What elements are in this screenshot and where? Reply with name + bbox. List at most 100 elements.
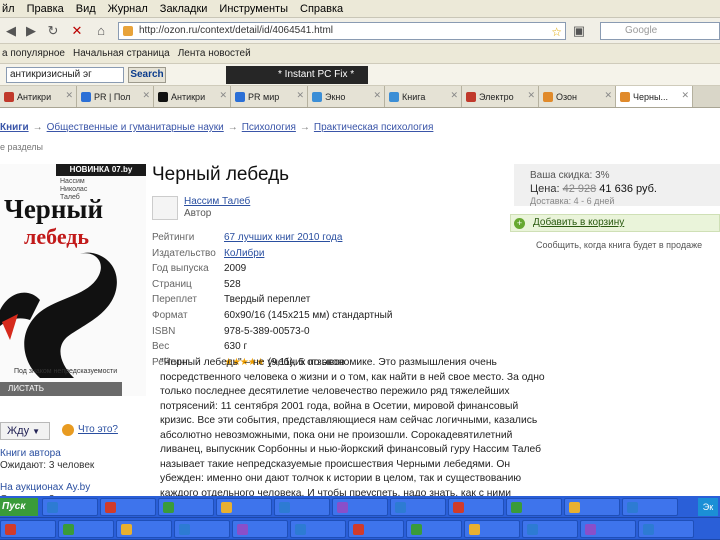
menu-item[interactable]: Журнал: [108, 3, 148, 15]
look-inside-button[interactable]: ЛИСТАТЬ: [0, 382, 122, 396]
taskbar-window-button[interactable]: [232, 519, 288, 538]
app-icon: [295, 523, 306, 535]
breadcrumb-link[interactable]: Книги: [0, 122, 29, 133]
tray-clock[interactable]: Эк: [698, 498, 718, 516]
tab-close-icon[interactable]: ✕: [65, 90, 73, 101]
taskbar-window-button[interactable]: [406, 519, 462, 538]
taskbar-window-button[interactable]: [216, 497, 272, 516]
browser-tab[interactable]: Черны... ✕: [616, 86, 693, 107]
browser-tab[interactable]: Антикри ✕: [0, 86, 77, 107]
taskbar-row-2: [0, 518, 720, 540]
tab-close-icon[interactable]: ✕: [527, 90, 535, 101]
property-key: Рейтинги: [152, 232, 195, 243]
taskbar-window-button[interactable]: [506, 497, 562, 516]
taskbar-window-button[interactable]: [290, 519, 346, 538]
bookmark-item[interactable]: а популярное: [2, 48, 65, 59]
side-info-line: [0, 472, 100, 482]
toolbar-search-button[interactable]: Search: [128, 67, 166, 83]
app-icon: [105, 501, 116, 513]
bookmark-star-icon[interactable]: ☆: [551, 24, 562, 40]
notify-link[interactable]: Сообщить, когда книга будет в продаже: [536, 240, 702, 250]
tab-label: Озон: [556, 91, 578, 102]
browser-tab[interactable]: Книга ✕: [385, 86, 462, 107]
browser-tab[interactable]: PR | Пол ✕: [77, 86, 154, 107]
bookmark-item[interactable]: Лента новостей: [178, 48, 251, 59]
tab-close-icon[interactable]: ✕: [219, 90, 227, 101]
back-icon[interactable]: ◀: [2, 22, 20, 40]
breadcrumb-link[interactable]: Психология: [242, 122, 296, 133]
menu-item[interactable]: Справка: [300, 3, 343, 15]
browser-tab[interactable]: Электро ✕: [462, 86, 539, 107]
property-row: Год выпуска 2009: [152, 261, 392, 277]
taskbar-window-button[interactable]: [564, 497, 620, 516]
taskbar-window-button[interactable]: [464, 519, 520, 538]
menu-item[interactable]: Вид: [76, 3, 96, 15]
taskbar-window-button[interactable]: [348, 519, 404, 538]
taskbar-window-button[interactable]: [522, 519, 578, 538]
taskbar-window-button[interactable]: [100, 497, 156, 516]
reload-icon[interactable]: ↻: [44, 22, 62, 40]
taskbar-window-button[interactable]: [390, 497, 446, 516]
stop-icon[interactable]: ✕: [68, 22, 86, 40]
taskbar-window-button[interactable]: [638, 519, 694, 538]
taskbar-window-button[interactable]: [158, 497, 214, 516]
tab-close-icon[interactable]: ✕: [373, 90, 381, 101]
search-box[interactable]: Google: [600, 22, 720, 40]
tab-label: Книга: [402, 91, 426, 102]
taskbar-window-button[interactable]: [622, 497, 678, 516]
browser-tab[interactable]: Озон ✕: [539, 86, 616, 107]
add-to-cart-button[interactable]: + Добавить в корзину: [510, 214, 720, 232]
taskbar-window-button[interactable]: [58, 519, 114, 538]
instant-pc-fix-banner[interactable]: * Instant PC Fix *: [226, 66, 368, 84]
address-bar[interactable]: http://ozon.ru/context/detail/id/4064541…: [118, 22, 566, 40]
home-icon[interactable]: ⌂: [92, 22, 110, 40]
property-value[interactable]: 67 лучших книг 2010 года: [224, 230, 342, 246]
app-icon: [337, 501, 348, 513]
tab-close-icon[interactable]: ✕: [604, 90, 612, 101]
property-value[interactable]: КоЛибри: [224, 246, 264, 262]
taskbar-window-button[interactable]: [174, 519, 230, 538]
bookmark-item[interactable]: Начальная страница: [73, 48, 170, 59]
search-toolbar: антикризисный эг Search * Instant PC Fix…: [0, 64, 720, 86]
want-dropdown[interactable]: Жду ▼: [0, 422, 50, 440]
delivery-text: Доставка: 4 - 6 дней: [530, 196, 615, 206]
tab-close-icon[interactable]: ✕: [681, 90, 689, 101]
tab-close-icon[interactable]: ✕: [296, 90, 304, 101]
menu-item[interactable]: Правка: [27, 3, 64, 15]
tab-close-icon[interactable]: ✕: [450, 90, 458, 101]
taskbar-window-button[interactable]: [42, 497, 98, 516]
cover-banner: НОВИНКА 07.by: [56, 164, 146, 176]
breadcrumb: Книги → Общественные и гуманитарные науки →…: [0, 122, 433, 133]
forward-icon[interactable]: ▶: [22, 22, 40, 40]
taskbar-window-button[interactable]: [448, 497, 504, 516]
menu-item[interactable]: Инструменты: [219, 3, 288, 15]
breadcrumb-link[interactable]: Практическая психология: [314, 122, 433, 133]
browser-tab[interactable]: Экно ✕: [308, 86, 385, 107]
breadcrumb-link[interactable]: Общественные и гуманитарные науки: [47, 122, 224, 133]
subsection-link[interactable]: е разделы: [0, 142, 43, 152]
browser-tab[interactable]: PR мир ✕: [231, 86, 308, 107]
author-link[interactable]: Нассим Талеб: [184, 196, 250, 207]
property-row: Переплет Твердый переплет: [152, 292, 392, 308]
taskbar-window-button[interactable]: [116, 519, 172, 538]
tab-close-icon[interactable]: ✕: [142, 90, 150, 101]
book-cover[interactable]: НОВИНКА 07.by Нассим Николас Талеб Черны…: [0, 164, 146, 396]
side-info-line[interactable]: Книги автора: [0, 448, 100, 460]
tab-favicon-icon: [620, 91, 630, 102]
taskbar-window-button[interactable]: [0, 519, 56, 538]
property-row: Вес 630 г: [152, 339, 392, 355]
start-button[interactable]: Пуск: [0, 497, 38, 516]
side-info-line[interactable]: На аукционах Ay.by: [0, 482, 100, 494]
what-is-it-link[interactable]: Что это?: [78, 424, 118, 435]
tab-favicon-icon: [235, 91, 245, 102]
toolbar-search-input[interactable]: антикризисный эг: [6, 67, 124, 83]
breadcrumb-separator: →: [32, 122, 43, 133]
menu-item[interactable]: Закладки: [160, 3, 208, 15]
menu-item[interactable]: йл: [2, 3, 15, 15]
addon-icon[interactable]: ▣: [570, 22, 588, 40]
browser-tab[interactable]: Антикри ✕: [154, 86, 231, 107]
taskbar-window-button[interactable]: [580, 519, 636, 538]
taskbar-window-button[interactable]: [274, 497, 330, 516]
tab-favicon-icon: [543, 91, 553, 102]
taskbar-window-button[interactable]: [332, 497, 388, 516]
